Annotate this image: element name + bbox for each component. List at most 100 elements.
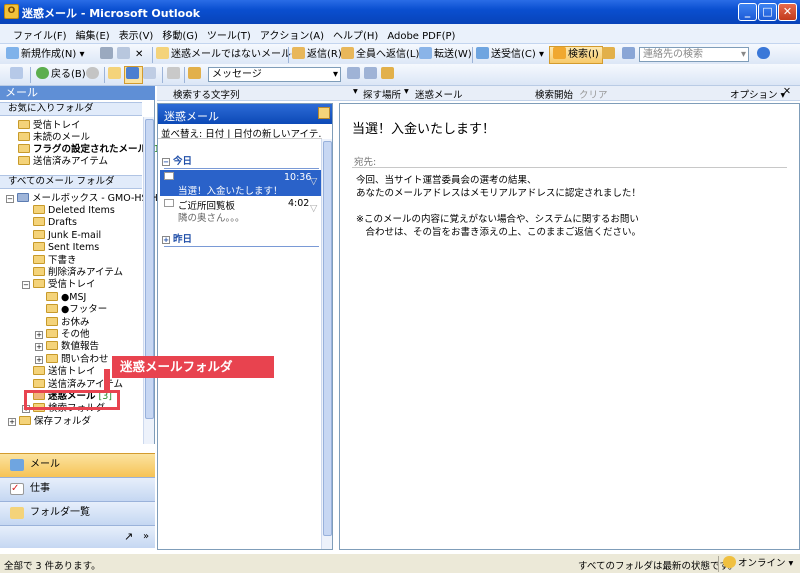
send-receive-button[interactable]: 送受信(C) ▾ [476, 47, 544, 63]
menu-item[interactable]: ヘルプ(H) [328, 24, 382, 42]
message-type-select[interactable]: メッセージ ▾ [208, 67, 341, 82]
folder-item[interactable]: ●MSJ [46, 291, 86, 304]
expand-icon[interactable]: + [8, 417, 16, 426]
nav-button-mail[interactable]: メール [0, 453, 155, 477]
all-folders-section-title[interactable]: すべてのメール フォルダ [0, 175, 142, 189]
book-button[interactable] [622, 47, 637, 63]
nav-scrollbar[interactable] [143, 117, 154, 444]
menu-item[interactable]: アクション(A) [255, 24, 328, 42]
close-find-icon[interactable]: ✕ [783, 86, 791, 97]
flag-icon[interactable]: ▽ [310, 203, 317, 214]
menu-item[interactable]: ツール(T) [202, 24, 255, 42]
folder-item[interactable]: Deleted Items [33, 205, 115, 217]
folder-item[interactable]: − 受信トレイ [22, 279, 96, 291]
folder-item[interactable]: 削除済みアイテム [33, 267, 123, 279]
online-status[interactable]: オンライン ▾ [718, 556, 798, 572]
archive-folders-item[interactable]: + 保存フォルダ [8, 415, 91, 428]
favorites-section-title[interactable]: お気に入りフォルダ [0, 102, 142, 116]
book-icon [622, 47, 635, 59]
folder-icon [18, 132, 30, 141]
forward-button[interactable]: 転送(W) [419, 47, 472, 63]
address-book-button[interactable] [602, 47, 617, 63]
nav-button-tasks[interactable]: ✓ 仕事 [0, 477, 155, 501]
scroll-thumb[interactable] [323, 141, 332, 536]
delete-button[interactable]: ✕ [135, 47, 143, 63]
nav-button-folder-list[interactable]: フォルダ一覧 [0, 501, 155, 525]
up-folder-icon [108, 67, 121, 79]
menu-item[interactable]: 移動(G) [157, 24, 202, 42]
search-button[interactable]: 検索(I) [549, 46, 603, 64]
notes-button[interactable] [364, 67, 379, 83]
folder-item[interactable]: Sent Items [33, 242, 99, 254]
folder-item[interactable]: + その他 [35, 329, 90, 341]
home-button[interactable] [188, 67, 203, 83]
search-text-dropdown-icon[interactable]: ▾ [353, 86, 358, 97]
flag-icon[interactable]: ▽ [310, 176, 317, 187]
mark-button[interactable] [381, 67, 396, 83]
menu-item[interactable]: Adobe PDF(P) [382, 28, 459, 42]
expand-icon[interactable]: + [35, 355, 43, 364]
contact-search-input[interactable]: 連絡先の検索 ▾ [639, 47, 749, 62]
folder-item[interactable]: + 問い合わせ [35, 353, 109, 366]
list-scrollbar[interactable] [321, 139, 332, 549]
folder-item[interactable]: お休み [46, 316, 90, 329]
reply-button[interactable]: 返信(R) [292, 47, 342, 63]
folder-icon [46, 304, 58, 314]
options-button[interactable]: オプション ▾ [730, 87, 785, 101]
folder-item[interactable]: Drafts [33, 217, 77, 229]
message-item[interactable]: ご近所回覧板 4:02 隣の奥さん。。。 ▽ [160, 197, 322, 224]
back-button[interactable]: 戻る(B) [36, 67, 86, 83]
print-button[interactable] [100, 47, 115, 63]
dropdown-arrow-icon: ▾ [332, 69, 338, 80]
forward-nav-button[interactable] [86, 67, 101, 83]
up-folder-button[interactable] [108, 67, 123, 83]
shortcut-icon[interactable]: ↗ [124, 526, 133, 548]
print-preview-button[interactable] [143, 67, 158, 83]
help-button[interactable] [757, 47, 772, 63]
reply-all-button[interactable]: 全員へ返信(L) [341, 47, 419, 63]
search-in-dropdown-icon[interactable]: ▾ [404, 86, 409, 97]
folder-item[interactable]: 送信トレイ [33, 366, 96, 378]
new-button[interactable]: 新規作成(N) ▾ [6, 47, 85, 63]
sort-header[interactable]: 並べ替え: 日付 | 日付の新しいアイテ... [158, 124, 322, 139]
not-junk-button[interactable]: 迷惑メールではないメール(J) [156, 47, 302, 63]
message-subject: 当選！入金いたします！ [178, 186, 283, 197]
help-icon [757, 47, 770, 59]
folder-item[interactable]: Junk E-mail [33, 229, 101, 242]
favorite-folder-item[interactable]: 受信トレイ [18, 120, 81, 132]
message-time: 10:36 [284, 172, 312, 183]
folder-icon [46, 353, 58, 363]
expand-icon[interactable]: + [35, 331, 43, 339]
collapse-icon[interactable]: − [22, 281, 30, 290]
expand-icon[interactable]: + [35, 343, 43, 352]
clear-button[interactable]: クリア [579, 87, 608, 101]
not-junk-icon [156, 47, 169, 59]
folder-icon [33, 378, 45, 388]
menu-item[interactable]: ファイル(F) [8, 24, 71, 42]
undo-button[interactable] [167, 67, 182, 83]
group-yesterday[interactable]: + 昨日 [162, 234, 192, 246]
favorite-folder-item[interactable]: 未読のメール [18, 132, 90, 144]
configure-chevron-icon[interactable]: » [143, 526, 149, 548]
custom-toolbar-button[interactable] [10, 67, 25, 83]
folder-item[interactable]: ●フッター [46, 304, 107, 316]
minimize-button[interactable]: _ [738, 3, 757, 21]
mailbox-node[interactable]: − メールボックス - GMO-HS H [6, 193, 158, 205]
move-button[interactable] [117, 47, 132, 63]
group-today[interactable]: − 今日 [162, 156, 192, 168]
maximize-button[interactable]: □ [758, 3, 777, 21]
close-button[interactable]: ✕ [778, 3, 797, 21]
find-now-button[interactable]: 検索開始 [535, 87, 573, 101]
format-button[interactable] [347, 67, 362, 83]
standard-toolbar: 新規作成(N) ▾ ✕ 迷惑メールではないメール(J) 返信(R) 全員へ返信(… [0, 44, 800, 66]
search-in-button[interactable]: 探す場所 [363, 87, 401, 101]
menu-item[interactable]: 編集(E) [71, 24, 114, 42]
folder-list-toggle[interactable] [124, 66, 143, 84]
favorite-folder-item[interactable]: 送信済みアイテム [18, 156, 108, 168]
message-item[interactable]: 10:36 当選！入金いたします！ ▽ [160, 170, 322, 197]
outlook-app-icon[interactable]: O [4, 4, 19, 19]
folder-item[interactable]: + 数値報告 [35, 341, 99, 353]
folder-item[interactable]: 下書き [33, 254, 77, 267]
menu-item[interactable]: 表示(V) [114, 24, 158, 42]
move-to-folder-icon [117, 47, 130, 59]
